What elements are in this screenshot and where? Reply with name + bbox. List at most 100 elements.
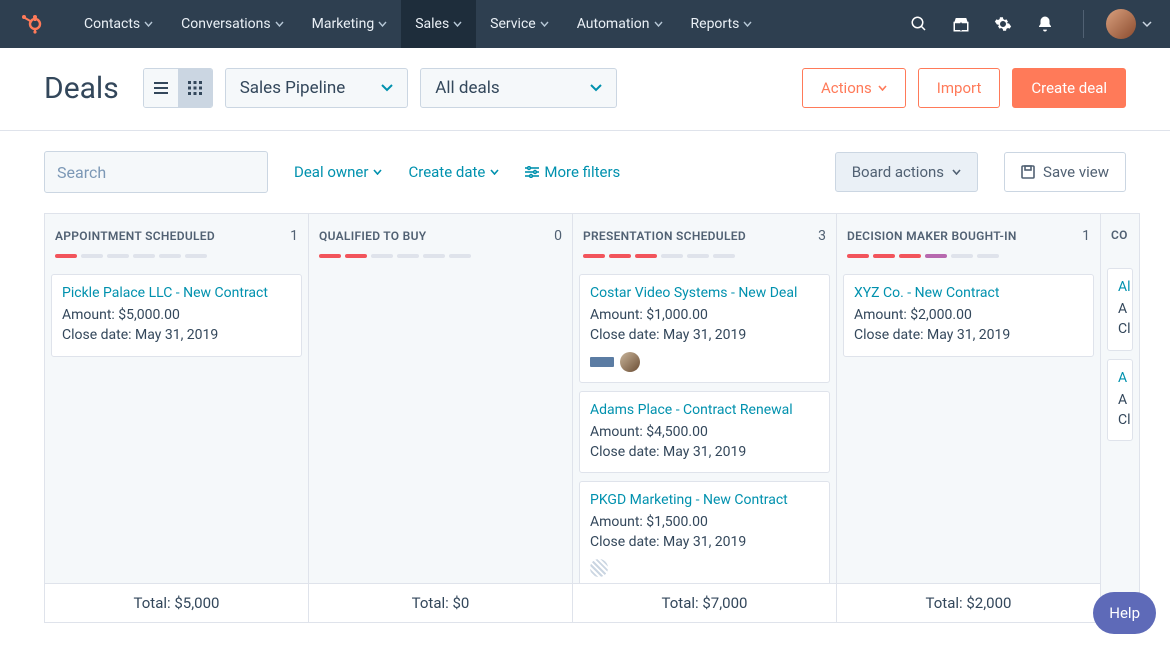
account-menu[interactable] bbox=[1106, 9, 1152, 39]
actions-button[interactable]: Actions bbox=[802, 68, 906, 108]
chevron-down-icon bbox=[275, 21, 284, 27]
chevron-down-icon bbox=[743, 21, 752, 27]
placeholder-avatar[interactable] bbox=[590, 559, 608, 577]
nav-item-label: Marketing bbox=[312, 16, 375, 32]
hubspot-logo[interactable] bbox=[18, 11, 44, 37]
deal-card[interactable]: Costar Video Systems - New DealAmount: $… bbox=[579, 274, 830, 383]
deal-title[interactable]: Pickle Palace LLC - New Contract bbox=[62, 285, 291, 301]
progress-segment bbox=[687, 254, 709, 258]
caret-down-icon bbox=[952, 169, 961, 175]
deal-card[interactable]: AlACl bbox=[1107, 268, 1133, 351]
create-deal-label: Create deal bbox=[1031, 79, 1107, 97]
nav-item-label: Automation bbox=[577, 16, 650, 32]
chevron-down-icon bbox=[378, 21, 387, 27]
deal-close-date: Close date: May 31, 2019 bbox=[62, 325, 291, 345]
deal-card[interactable]: Adams Place - Contract Renewal Amount: $4… bbox=[579, 391, 830, 474]
nav-item-marketing[interactable]: Marketing bbox=[298, 0, 402, 48]
progress-segment bbox=[609, 254, 631, 258]
deal-title[interactable]: Al bbox=[1118, 279, 1122, 295]
deal-title[interactable]: Costar Video Systems - New Deal bbox=[590, 285, 819, 301]
caret-down-icon bbox=[490, 169, 499, 175]
nav-right bbox=[909, 9, 1152, 39]
pipeline-select[interactable]: Sales Pipeline bbox=[225, 68, 409, 108]
board-actions-button[interactable]: Board actions bbox=[835, 152, 978, 192]
save-view-button[interactable]: Save view bbox=[1004, 152, 1126, 192]
progress-segment bbox=[899, 254, 921, 258]
nav-items: Contacts Conversations Marketing Sales Servi… bbox=[70, 0, 766, 48]
deal-title[interactable]: A bbox=[1118, 370, 1122, 386]
deal-amount: Amount: $1,500.00 bbox=[590, 512, 819, 532]
actions-label: Actions bbox=[821, 79, 872, 97]
stage-progress bbox=[847, 254, 1090, 258]
chevron-down-icon bbox=[453, 21, 462, 27]
column-cards bbox=[309, 268, 572, 583]
import-label: Import bbox=[937, 79, 982, 97]
nav-item-reports[interactable]: Reports bbox=[677, 0, 767, 48]
search-input[interactable] bbox=[57, 163, 260, 182]
more-filters-label: More filters bbox=[544, 163, 620, 181]
page-header: Deals Sales Pipeline All deals Actions I… bbox=[0, 48, 1170, 131]
deal-title[interactable]: PKGD Marketing - New Contract bbox=[590, 492, 819, 508]
nav-item-service[interactable]: Service bbox=[476, 0, 563, 48]
progress-segment bbox=[583, 254, 605, 258]
board-column: DECISION MAKER BOUGHT-IN1XYZ Co. - New C… bbox=[836, 213, 1100, 623]
progress-segment bbox=[55, 254, 77, 258]
help-label: Help bbox=[1109, 604, 1140, 622]
column-cards: Costar Video Systems - New Deal Amount: $… bbox=[573, 268, 836, 583]
deal-close-date: Close date: May 31, 2019 bbox=[590, 442, 819, 462]
notifications-icon[interactable] bbox=[1035, 14, 1055, 34]
nav-item-label: Service bbox=[490, 16, 536, 32]
company-logo-icon[interactable] bbox=[590, 357, 614, 367]
column-name: APPOINTMENT SCHEDULED bbox=[55, 229, 215, 243]
more-filters-button[interactable]: More filters bbox=[525, 163, 620, 181]
kanban-board: APPOINTMENT SCHEDULED 1 Pickle Palace LLC … bbox=[0, 213, 1170, 623]
marketplace-icon[interactable] bbox=[951, 14, 971, 34]
column-total: Total: $7,000 bbox=[573, 583, 836, 622]
nav-item-conversations[interactable]: Conversations bbox=[167, 0, 297, 48]
column-count: 1 bbox=[290, 228, 298, 244]
list-view-button[interactable] bbox=[144, 69, 178, 107]
deal-close-date: Close date: May 31, 2019 bbox=[590, 532, 819, 552]
board-view-button[interactable] bbox=[178, 69, 212, 107]
help-button[interactable]: Help bbox=[1093, 592, 1156, 634]
deals-filter-select[interactable]: All deals bbox=[420, 68, 616, 108]
nav-item-automation[interactable]: Automation bbox=[563, 0, 677, 48]
contact-avatar[interactable] bbox=[620, 352, 640, 372]
deal-amount: Amount: $5,000.00 bbox=[62, 305, 291, 325]
caret-down-icon bbox=[381, 84, 393, 92]
column-total: Total: $5,000 bbox=[45, 583, 308, 622]
deal-owner-filter[interactable]: Deal owner bbox=[294, 163, 382, 181]
deal-close-date: Cl bbox=[1118, 319, 1122, 339]
deal-card[interactable]: PKGD Marketing - New Contract Amount: $1,… bbox=[579, 481, 830, 583]
settings-icon[interactable] bbox=[993, 14, 1013, 34]
nav-item-label: Conversations bbox=[181, 16, 270, 32]
search-box[interactable] bbox=[44, 151, 268, 193]
deal-title[interactable]: Adams Place - Contract Renewal bbox=[590, 402, 819, 418]
board-column: APPOINTMENT SCHEDULED 1 Pickle Palace LLC … bbox=[44, 213, 308, 623]
deal-card[interactable]: AACl bbox=[1107, 359, 1133, 442]
top-nav: Contacts Conversations Marketing Sales Servi… bbox=[0, 0, 1170, 48]
nav-item-contacts[interactable]: Contacts bbox=[70, 0, 167, 48]
column-name: CO bbox=[1111, 228, 1128, 242]
deal-title[interactable]: XYZ Co. - New Contract bbox=[854, 285, 1083, 301]
deal-close-date: Close date: May 31, 2019 bbox=[590, 325, 819, 345]
board-actions-label: Board actions bbox=[852, 163, 944, 181]
search-icon[interactable] bbox=[909, 14, 929, 34]
column-cards: Pickle Palace LLC - New Contract Amount: … bbox=[45, 268, 308, 583]
deal-card[interactable]: XYZ Co. - New ContractAmount: $2,000.00C… bbox=[843, 274, 1094, 357]
create-date-filter[interactable]: Create date bbox=[408, 163, 499, 181]
create-deal-button[interactable]: Create deal bbox=[1012, 68, 1126, 108]
toolbar: Deal owner Create date More filters Boar… bbox=[0, 131, 1170, 213]
import-button[interactable]: Import bbox=[918, 68, 1001, 108]
deal-card[interactable]: Pickle Palace LLC - New Contract Amount: … bbox=[51, 274, 302, 357]
progress-segment bbox=[185, 254, 207, 258]
nav-item-sales[interactable]: Sales bbox=[401, 0, 476, 48]
caret-down-icon bbox=[878, 85, 887, 91]
column-name: DECISION MAKER BOUGHT-IN bbox=[847, 229, 1017, 243]
deal-amount: Amount: $4,500.00 bbox=[590, 422, 819, 442]
chevron-down-icon bbox=[654, 21, 663, 27]
save-icon bbox=[1021, 165, 1035, 179]
deal-associations bbox=[590, 352, 819, 372]
progress-segment bbox=[423, 254, 445, 258]
progress-segment bbox=[397, 254, 419, 258]
